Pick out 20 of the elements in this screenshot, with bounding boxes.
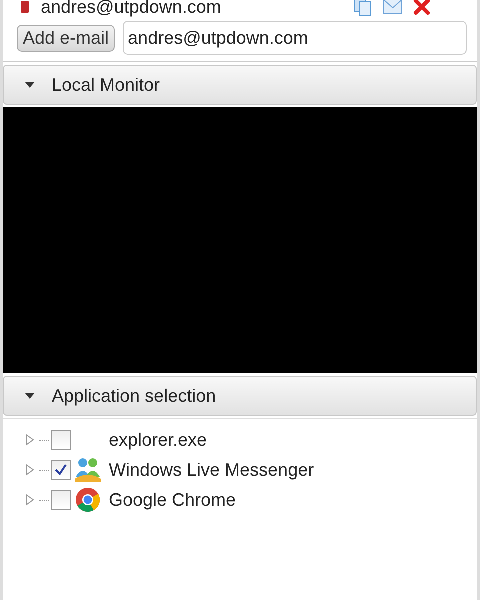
section-header[interactable]: Local Monitor <box>3 65 477 105</box>
checkbox[interactable] <box>51 430 71 450</box>
close-icon[interactable] <box>413 0 431 16</box>
expander-icon[interactable] <box>25 464 35 476</box>
application-name[interactable]: Google Chrome <box>109 490 236 510</box>
copy-icon[interactable] <box>353 0 373 17</box>
application-name[interactable]: explorer.exe <box>109 430 208 450</box>
mail-icon[interactable] <box>383 0 403 16</box>
browser-icon <box>75 487 101 513</box>
expander-icon[interactable] <box>25 434 35 446</box>
expander-icon[interactable] <box>25 494 35 506</box>
people-icon <box>74 457 102 483</box>
checkmark-icon <box>54 463 68 477</box>
application-name[interactable]: Windows Live Messenger <box>109 460 314 480</box>
email-input[interactable]: andres@utpdown.com <box>123 21 467 55</box>
add-email-button[interactable]: Add e-mail <box>17 24 116 52</box>
checkbox[interactable] <box>51 490 71 510</box>
contact-icon <box>21 1 29 13</box>
section-header[interactable]: Application selection <box>3 376 477 416</box>
checkbox[interactable] <box>51 460 71 480</box>
